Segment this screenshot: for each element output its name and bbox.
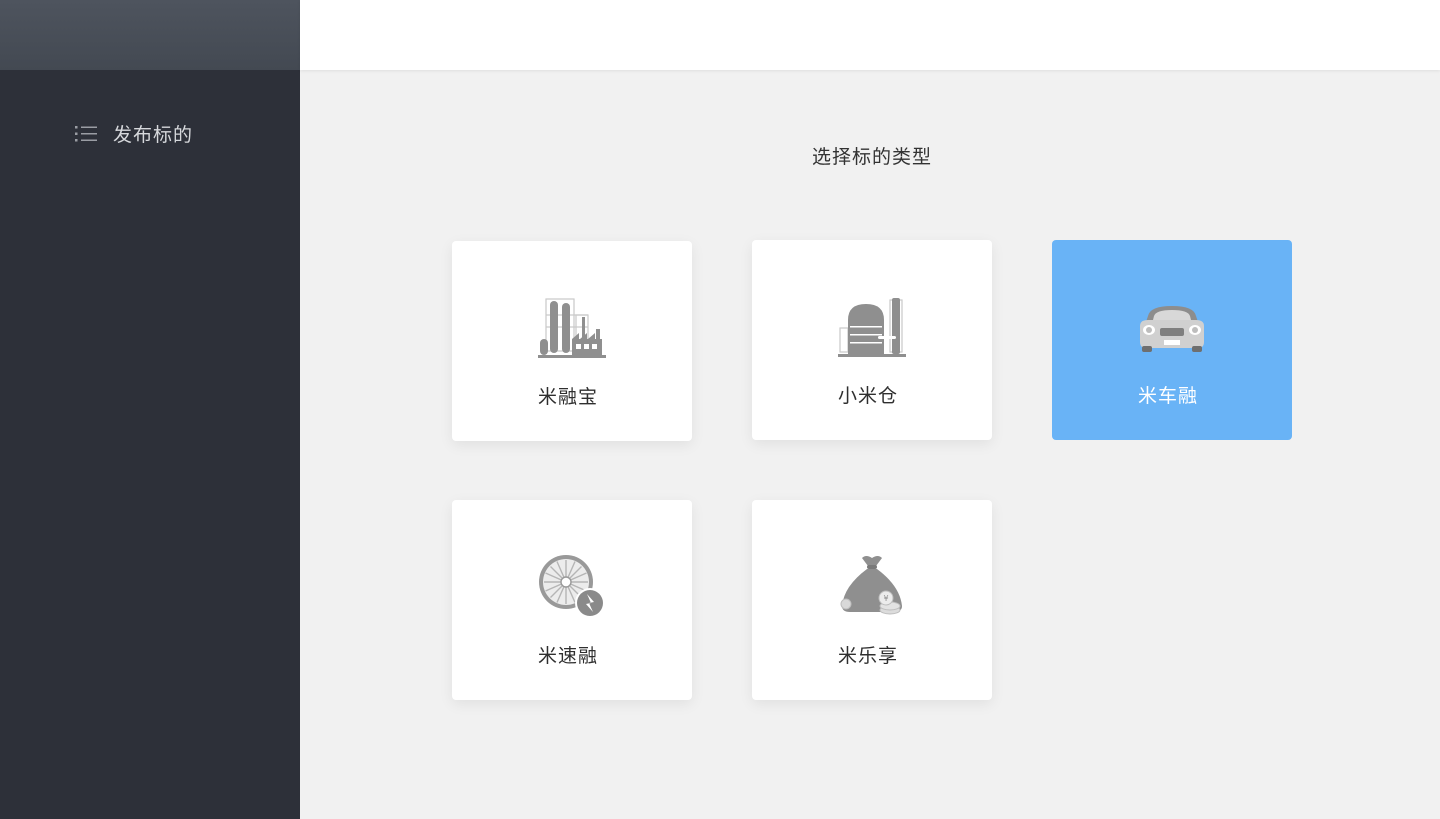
card-label: 米融宝 [537,386,598,408]
card-micherong[interactable]: 米车融 [1052,240,1292,440]
car-icon [1140,306,1204,352]
card-label: 小米仓 [837,385,898,407]
top-bar [300,0,1440,70]
warehouse-icon [838,298,906,357]
main-content: 选择标的类型 米融宝 小米仓 米车融 米速融 ¥ 米乐享 [300,70,1440,819]
factory-icon [538,298,606,358]
card-label: 米车融 [1137,385,1198,407]
page-title: 选择标的类型 [811,146,932,168]
svg-text:¥: ¥ [883,594,888,603]
sidebar: 发布标的 [0,0,300,819]
sidebar-header [0,0,300,70]
card-label: 米乐享 [837,645,898,667]
list-icon [75,125,97,141]
sidebar-item-label: 发布标的 [113,124,194,146]
card-milexiang[interactable]: ¥ 米乐享 [752,500,992,700]
sidebar-item-publish[interactable]: 发布标的 [75,120,193,147]
wheel-lightning-icon [539,555,605,618]
card-misurong[interactable]: 米速融 [452,500,692,700]
money-bag-icon: ¥ [840,556,902,615]
card-xiaomicang[interactable]: 小米仓 [752,240,992,440]
card-mirongbao[interactable]: 米融宝 [452,241,692,441]
card-label: 米速融 [537,645,598,667]
